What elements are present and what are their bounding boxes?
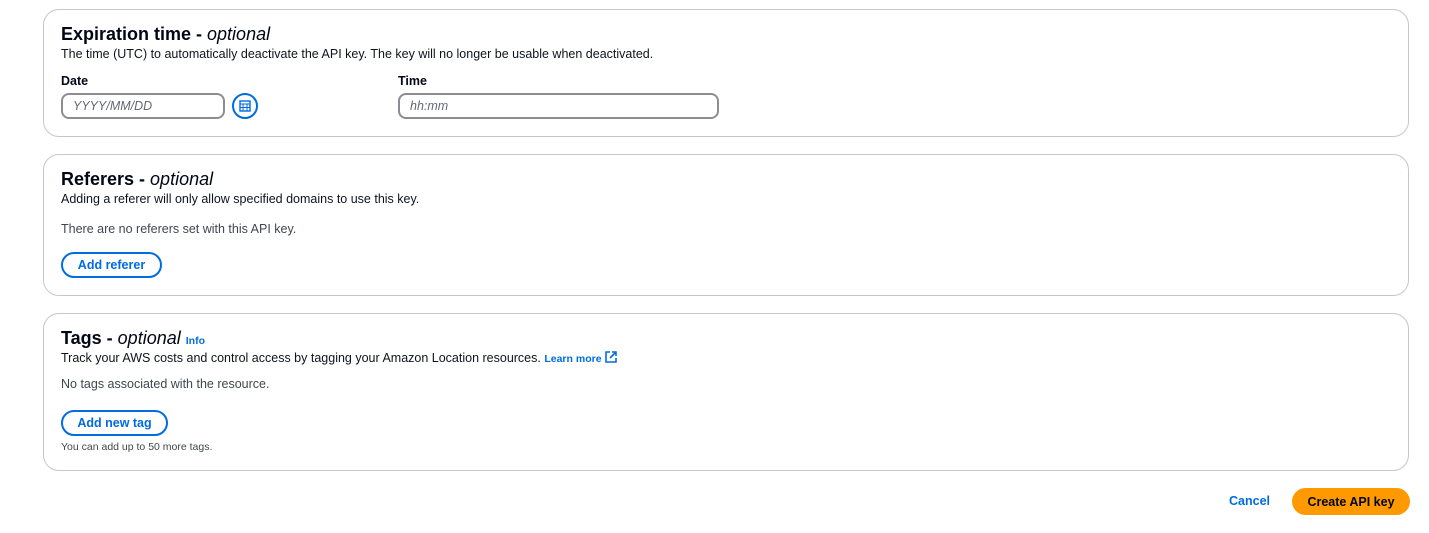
referers-section: Referers - optional Adding a referer wil… bbox=[43, 154, 1409, 296]
calendar-button[interactable] bbox=[232, 93, 258, 119]
section-description: Track your AWS costs and control access … bbox=[61, 351, 617, 365]
tags-section: Tags - optional Info Track your AWS cost… bbox=[43, 313, 1409, 471]
info-link[interactable]: Info bbox=[186, 335, 205, 347]
expiration-section: Expiration time - optional The time (UTC… bbox=[43, 9, 1409, 137]
date-label: Date bbox=[61, 74, 89, 88]
calendar-icon bbox=[239, 100, 251, 112]
empty-state: There are no referers set with this API … bbox=[61, 222, 297, 236]
create-api-key-button[interactable]: Create API key bbox=[1292, 488, 1410, 515]
time-input[interactable]: hh:mm bbox=[398, 93, 719, 119]
empty-state: No tags associated with the resource. bbox=[61, 377, 270, 391]
section-description: The time (UTC) to automatically deactiva… bbox=[61, 47, 654, 61]
add-new-tag-button[interactable]: Add new tag bbox=[61, 410, 168, 436]
section-title: Referers - optional bbox=[61, 169, 214, 189]
cancel-button[interactable]: Cancel bbox=[1229, 494, 1270, 508]
date-input[interactable]: YYYY/MM/DD bbox=[61, 93, 225, 119]
tag-limit-hint: You can add up to 50 more tags. bbox=[61, 441, 213, 453]
section-title: Tags - optional Info bbox=[61, 328, 205, 348]
external-link-icon[interactable] bbox=[605, 351, 617, 363]
add-referer-button[interactable]: Add referer bbox=[61, 252, 162, 278]
learn-more-link[interactable]: Learn more bbox=[544, 353, 601, 365]
section-description: Adding a referer will only allow specifi… bbox=[61, 192, 420, 206]
section-title: Expiration time - optional bbox=[61, 24, 271, 44]
time-label: Time bbox=[398, 74, 427, 88]
